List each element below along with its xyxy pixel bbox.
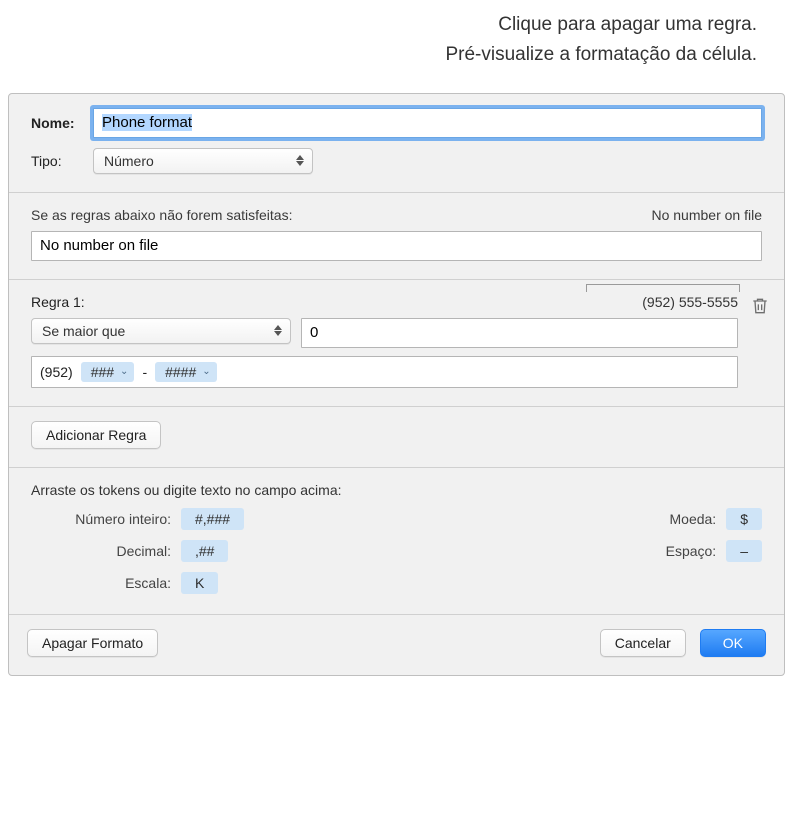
decimal-token[interactable]: ,## bbox=[181, 540, 228, 562]
trash-icon bbox=[750, 296, 770, 316]
rule-format-field[interactable]: (952) ### ⌄ - #### ⌄ bbox=[31, 356, 738, 388]
delete-rule-button[interactable] bbox=[750, 296, 770, 316]
header-section: Nome: Tipo: Número bbox=[9, 94, 784, 193]
ok-button[interactable]: OK bbox=[700, 629, 766, 657]
space-label: Espaço: bbox=[666, 543, 717, 559]
format-prefix: (952) bbox=[40, 364, 73, 380]
rule-1-section: Regra 1: (952) 555-5555 Se maior que (95… bbox=[9, 280, 784, 407]
type-select-value: Número bbox=[104, 153, 154, 169]
currency-label: Moeda: bbox=[670, 511, 717, 527]
fallback-label: Se as regras abaixo não forem satisfeita… bbox=[31, 207, 292, 223]
add-rule-section: Adicionar Regra bbox=[9, 407, 784, 468]
preview-bracket-icon bbox=[586, 284, 740, 292]
tokens-help-title: Arraste os tokens ou digite texto no cam… bbox=[31, 482, 762, 498]
add-rule-button[interactable]: Adicionar Regra bbox=[31, 421, 161, 449]
name-input[interactable] bbox=[93, 108, 762, 138]
type-select[interactable]: Número bbox=[93, 148, 313, 174]
dialog-footer: Apagar Formato Cancelar OK bbox=[9, 615, 784, 675]
rule-condition-value: Se maior que bbox=[42, 323, 125, 339]
fallback-preview: No number on file bbox=[651, 207, 762, 223]
cancel-button[interactable]: Cancelar bbox=[600, 629, 686, 657]
rule-1-label: Regra 1: bbox=[31, 294, 85, 310]
scale-token[interactable]: K bbox=[181, 572, 218, 594]
format-separator: - bbox=[142, 364, 147, 380]
callouts: Clique para apagar uma regra. Pré-visual… bbox=[0, 0, 793, 75]
integer-label: Número inteiro: bbox=[31, 511, 171, 527]
format-token-2[interactable]: #### ⌄ bbox=[155, 362, 217, 382]
chevron-down-icon: ⌄ bbox=[120, 366, 128, 377]
currency-token[interactable]: $ bbox=[726, 508, 762, 530]
chevron-down-icon: ⌄ bbox=[202, 366, 210, 377]
fallback-section: Se as regras abaixo não forem satisfeita… bbox=[9, 193, 784, 280]
scale-label: Escala: bbox=[31, 575, 171, 591]
fallback-input[interactable] bbox=[31, 231, 762, 261]
delete-format-button[interactable]: Apagar Formato bbox=[27, 629, 158, 657]
rule-condition-select[interactable]: Se maior que bbox=[31, 318, 291, 344]
name-label: Nome: bbox=[31, 115, 93, 131]
chevron-updown-icon bbox=[270, 322, 286, 340]
tokens-help-section: Arraste os tokens ou digite texto no cam… bbox=[9, 468, 784, 615]
space-token[interactable]: – bbox=[726, 540, 762, 562]
callout-preview: Pré-visualize a formatação da célula. bbox=[0, 40, 757, 70]
type-label: Tipo: bbox=[31, 153, 93, 169]
custom-format-dialog: Nome: Tipo: Número Se as regras abaixo n… bbox=[8, 93, 785, 676]
rule-1-preview: (952) 555-5555 bbox=[642, 294, 738, 310]
integer-token[interactable]: #,### bbox=[181, 508, 244, 530]
rule-compare-input[interactable] bbox=[301, 318, 738, 348]
chevron-updown-icon bbox=[292, 152, 308, 170]
decimal-label: Decimal: bbox=[31, 543, 171, 559]
callout-delete: Clique para apagar uma regra. bbox=[0, 10, 757, 40]
format-token-1[interactable]: ### ⌄ bbox=[81, 362, 135, 382]
